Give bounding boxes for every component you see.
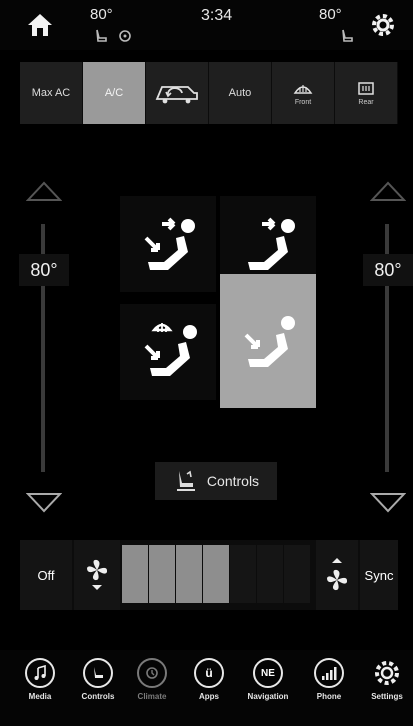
sync-label: Sync [364,567,394,583]
triangle-down-icon [26,493,62,513]
recirculation-button[interactable] [146,62,209,124]
airflow-floor-button[interactable] [220,274,316,408]
panel-icon [248,217,295,270]
nav-media-label: Media [28,692,52,701]
fan-increase-button[interactable] [316,540,358,610]
auto-button[interactable]: Auto [209,62,272,124]
airflow-panel-floor-button[interactable] [120,196,216,292]
fan-speed-segment[interactable] [176,545,202,603]
nav-apps[interactable]: ü Apps [183,658,235,701]
bottom-nav-bar: Media Controls Climate ü Apps NE Navigat… [0,650,413,726]
nav-media[interactable]: Media [14,658,66,701]
rear-defrost-label: Rear [358,98,374,106]
triangle-up-icon [370,181,406,201]
ac-label: A/C [104,87,124,99]
apps-icon: ü [194,658,224,688]
status-bar: 80° 3:34 80° [0,0,413,50]
front-defrost-icon [293,84,313,94]
gear-icon [372,658,402,688]
passenger-temp-control: 80° [363,168,413,528]
nav-climate[interactable]: Climate [126,658,178,701]
ac-button[interactable]: A/C [83,62,146,124]
home-button[interactable] [26,10,54,38]
controls-icon [83,658,113,688]
nav-controls-label: Controls [81,692,115,701]
fan-decrease-button[interactable] [74,540,120,610]
driver-temp-readout: 80° [90,6,113,23]
passenger-temp-value: 80° [363,254,413,286]
nav-phone[interactable]: Phone [303,658,355,701]
passenger-seat-icon[interactable] [340,28,356,44]
driver-temp-down-button[interactable] [19,480,69,526]
fan-off-button[interactable]: Off [20,540,72,610]
driver-temp-control: 80° [19,168,69,528]
heated-seat-icon[interactable] [94,28,110,44]
fan-speed-segment[interactable] [203,545,229,603]
rear-defrost-icon [358,81,374,95]
max-ac-button[interactable]: Max AC [20,62,83,124]
nav-climate-label: Climate [137,692,167,701]
airflow-defrost-floor-button[interactable] [120,304,216,400]
driver-temp-value: 80° [19,254,69,286]
heated-wheel-icon[interactable] [118,29,132,43]
nav-apps-label: Apps [199,692,219,701]
seat-controls-button[interactable]: Controls [155,462,277,500]
passenger-temp-up-button[interactable] [363,168,413,214]
driver-temp-up-button[interactable] [19,168,69,214]
floor-icon [244,316,295,367]
fan-speed-segment[interactable] [230,545,256,603]
fan-off-label: Off [37,567,55,583]
front-defrost-label: Front [294,98,312,106]
nav-phone-label: Phone [316,692,342,701]
panel-floor-icon [144,217,195,270]
nav-navigation-label: Navigation [247,692,289,701]
rear-defrost-button[interactable]: Rear [335,62,398,124]
passenger-temp-down-button[interactable] [363,480,413,526]
nav-settings[interactable]: Settings [361,658,413,701]
fan-control-row: Off Sync [20,540,398,610]
climate-icon [137,658,167,688]
climate-mode-row: Max AC A/C Auto Front Rear [20,62,398,124]
fan-down-icon [87,559,108,590]
music-note-icon [25,658,55,688]
max-ac-label: Max AC [31,87,71,99]
sync-button[interactable]: Sync [360,540,398,610]
signal-bars-icon [314,658,344,688]
fan-up-icon [327,558,348,591]
recirculation-icon [155,86,198,104]
controls-label: Controls [206,473,260,489]
defrost-floor-icon [144,323,197,376]
front-defrost-button[interactable]: Front [272,62,335,124]
fan-speed-segment[interactable] [122,545,148,603]
fan-speed-segment[interactable] [257,545,283,603]
fan-speed-bar[interactable] [122,540,312,610]
triangle-up-icon [26,181,62,201]
auto-label: Auto [228,87,252,99]
fan-speed-segment[interactable] [149,545,175,603]
fan-speed-segment[interactable] [284,545,310,603]
nav-navigation[interactable]: NE Navigation [242,658,294,701]
clock: 3:34 [201,7,233,24]
seat-controls-icon [176,470,195,491]
compass-icon: NE [253,658,283,688]
nav-settings-label: Settings [371,692,403,701]
gear-icon [372,14,394,36]
nav-controls[interactable]: Controls [72,658,124,701]
passenger-temp-readout: 80° [319,6,342,23]
settings-shortcut-button[interactable] [368,10,398,40]
home-icon [28,14,52,36]
triangle-down-icon [370,493,406,513]
